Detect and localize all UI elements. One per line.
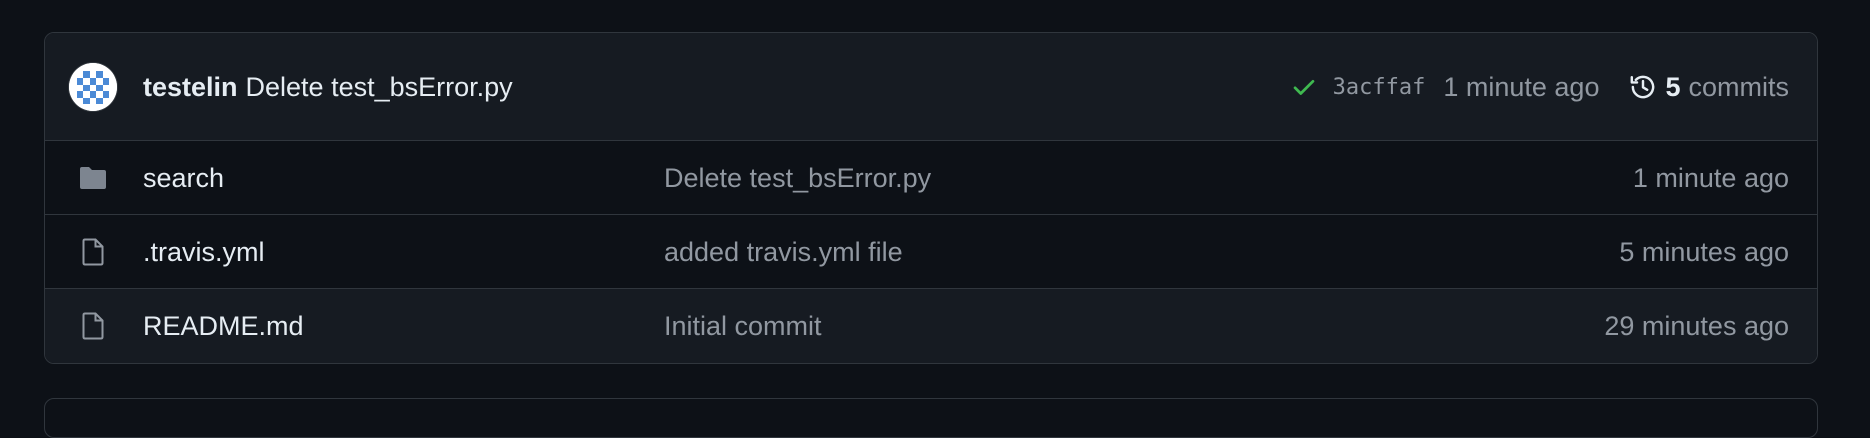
commit-count[interactable]: 5 — [1665, 72, 1680, 103]
commit-sha-link[interactable]: 3acffaf — [1333, 75, 1426, 100]
history-icon[interactable] — [1629, 73, 1657, 101]
commit-meta: 3acffaf 1 minute ago 5 commits — [1291, 70, 1789, 104]
file-name-link[interactable]: search — [143, 161, 224, 195]
file-commit-time: 29 minutes ago — [1604, 311, 1789, 341]
commits-label[interactable]: commits — [1689, 72, 1790, 103]
file-commit-time: 5 minutes ago — [1619, 237, 1789, 267]
file-commit-message-link[interactable]: Delete test_bsError.py — [664, 161, 931, 195]
file-browser: testelin Delete test_bsError.py 3acffaf 1… — [44, 32, 1818, 364]
file-row[interactable]: README.md Initial commit 29 minutes ago — [45, 289, 1817, 363]
commit-time: 1 minute ago — [1443, 71, 1600, 102]
commit-author-link[interactable]: testelin — [143, 72, 238, 102]
file-row[interactable]: .travis.yml added travis.yml file 5 minu… — [45, 215, 1817, 289]
file-row[interactable]: search Delete test_bsError.py 1 minute a… — [45, 141, 1817, 215]
file-name-link[interactable]: README.md — [143, 309, 304, 343]
file-commit-message-link[interactable]: added travis.yml file — [664, 235, 903, 269]
file-name-link[interactable]: .travis.yml — [143, 235, 265, 269]
commit-message-link[interactable]: Delete test_bsError.py — [246, 72, 513, 102]
file-commit-time: 1 minute ago — [1632, 163, 1789, 193]
identicon-icon — [69, 63, 117, 111]
readme-box — [44, 398, 1818, 438]
file-icon — [77, 311, 109, 341]
check-icon[interactable] — [1291, 74, 1317, 100]
file-icon — [77, 237, 109, 267]
folder-icon — [77, 163, 109, 193]
file-commit-message-link[interactable]: Initial commit — [664, 309, 822, 343]
commit-summary: testelin Delete test_bsError.py — [143, 70, 513, 104]
latest-commit-bar: testelin Delete test_bsError.py 3acffaf 1… — [45, 33, 1817, 141]
avatar[interactable] — [69, 63, 117, 111]
